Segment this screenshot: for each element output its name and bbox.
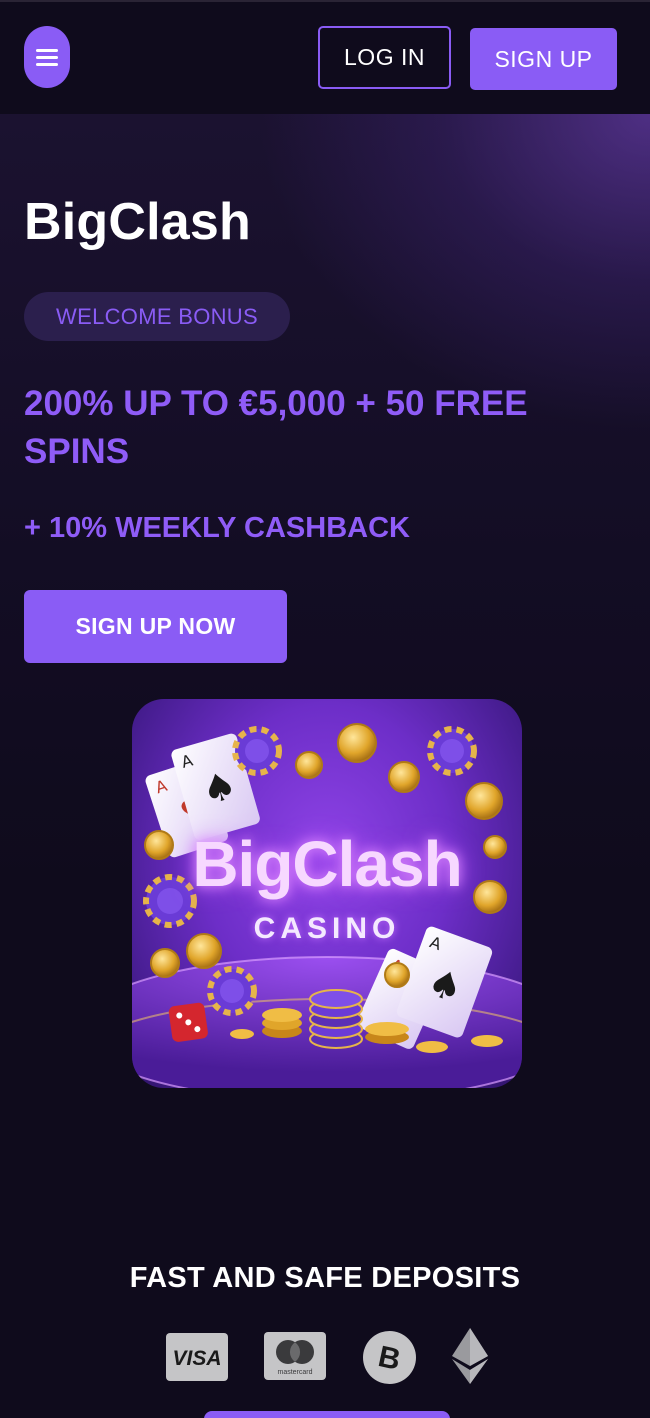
visa-label: VISA [172, 1347, 221, 1370]
promo-casino-text: CASINO [253, 912, 401, 945]
promo-brand-text: BigClash [192, 828, 462, 900]
welcome-bonus-badge: WELCOME BONUS [24, 292, 290, 341]
hamburger-icon [36, 49, 58, 66]
bitcoin-icon: B [363, 1331, 416, 1384]
signup-button[interactable]: SIGN UP [470, 28, 617, 90]
brand-title: BigClash [24, 193, 251, 251]
visa-icon: VISA [166, 1333, 228, 1381]
promo-image: A ♥ A ♠ A A ♠ [132, 699, 522, 1088]
deposits-title: FAST AND SAFE DEPOSITS [129, 1262, 521, 1294]
bonus-offer-text: 200% UP TO €5,000 + 50 FREE SPINS [24, 384, 528, 471]
payment-methods: VISA mastercard B [0, 1328, 650, 1386]
bottom-cta-button[interactable] [204, 1411, 450, 1418]
ethereum-icon [452, 1328, 488, 1384]
mastercard-icon: mastercard [264, 1332, 326, 1380]
mastercard-label: mastercard [277, 1369, 312, 1376]
signup-now-button[interactable]: SIGN UP NOW [24, 590, 287, 663]
site-header: LOG IN SIGN UP [0, 2, 650, 114]
menu-button[interactable] [24, 26, 70, 88]
cashback-text: + 10% WEEKLY CASHBACK [24, 512, 410, 544]
login-button[interactable]: LOG IN [318, 26, 451, 89]
